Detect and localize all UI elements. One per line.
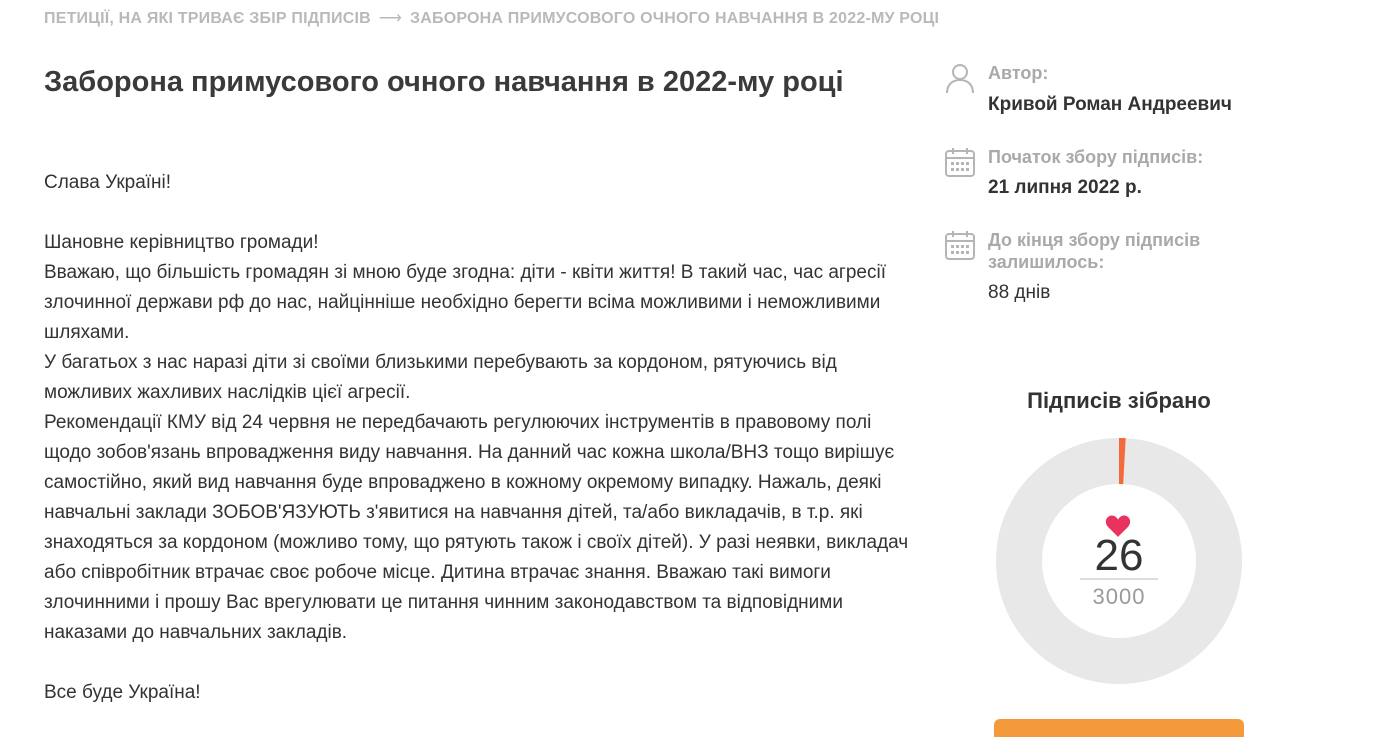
remaining-value: 88 днів — [988, 282, 1051, 303]
breadcrumb-current: ЗАБОРОНА ПРИМУСОВОГО ОЧНОГО НАВЧАННЯ В 2… — [410, 10, 940, 27]
breadcrumb: ПЕТИЦІЇ, НА ЯКІ ТРИВАЄ ЗБІР ПІДПИСІВ ⟶ ЗАБ… — [44, 8, 939, 28]
remaining-label: До кінця збору підписів залишилось: — [988, 230, 1201, 272]
petition-paragraph: Вважаю, що більшість громадян зі мною бу… — [44, 262, 886, 343]
petition-paragraph: Рекомендації КМУ від 24 червня не передб… — [44, 412, 909, 643]
petition-greeting: Слава Україні! — [44, 172, 172, 193]
petition-closing: Все буде Україна! — [44, 682, 201, 703]
author-label: Автор: — [988, 63, 1049, 83]
user-icon — [946, 64, 974, 94]
signatures-title: Підписів зібрано — [1027, 388, 1211, 413]
signatures-goal: 3000 — [1092, 584, 1146, 609]
petition-paragraph: У багатьох з нас наразі діти зі своїми б… — [44, 352, 837, 403]
sign-petition-button[interactable] — [994, 719, 1244, 737]
calendar-icon — [945, 148, 975, 177]
breadcrumb-parent-link[interactable]: ПЕТИЦІЇ, НА ЯКІ ТРИВАЄ ЗБІР ПІДПИСІВ — [44, 10, 371, 27]
start-date-label: Початок збору підписів: — [988, 147, 1204, 167]
page-title: Заборона примусового очного навчання в 2… — [44, 66, 844, 98]
start-date-value: 21 липня 2022 р. — [988, 177, 1142, 198]
signatures-counter: 26 3000 — [994, 436, 1244, 686]
counter-divider — [1080, 578, 1158, 580]
calendar-icon — [945, 231, 975, 260]
breadcrumb-separator: ⟶ — [378, 10, 403, 27]
signatures-count: 26 — [1094, 531, 1144, 580]
petition-text: Слава Україні! Шановне керівництво грома… — [44, 168, 914, 708]
author-value: Кривой Роман Андреевич — [988, 94, 1232, 115]
petition-paragraph: Шановне керівництво громади! — [44, 232, 319, 253]
